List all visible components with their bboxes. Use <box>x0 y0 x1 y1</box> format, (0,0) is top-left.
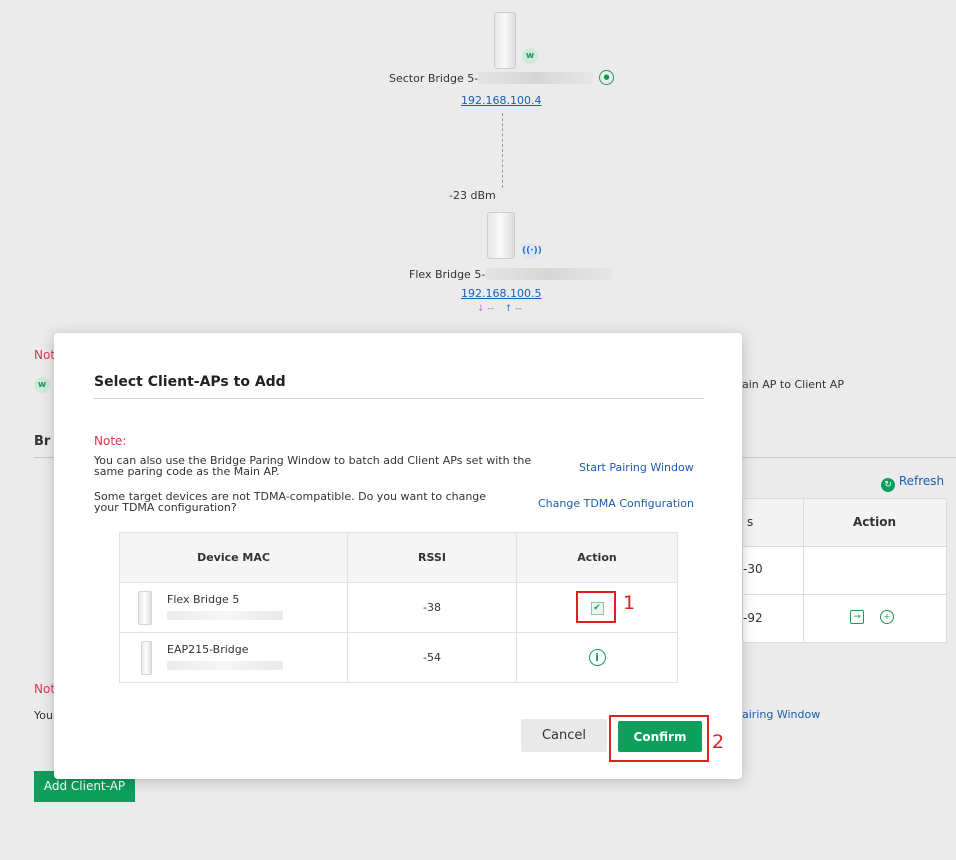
traffic-stats: ↓ -- ↑ -- <box>477 304 522 314</box>
modal-title: Select Client-APs to Add <box>94 374 286 390</box>
location-pin-icon[interactable]: ● <box>599 70 614 85</box>
background-action-header: Action <box>853 515 897 529</box>
note-pairing-text: You can also use the Bridge Paring Windo… <box>94 454 532 478</box>
info-icon[interactable]: i <box>588 649 606 666</box>
change-tdma-configuration-link[interactable]: Change TDMA Configuration <box>538 497 694 510</box>
refresh-label: Refresh <box>898 474 945 488</box>
client-ap-name: Flex Bridge 5- <box>409 268 486 281</box>
flex-bridge-device-image <box>487 212 515 259</box>
flex-bridge-thumbnail <box>138 591 152 625</box>
background-section-title: Br <box>34 434 51 449</box>
action-cell: i <box>516 632 678 683</box>
background-row-text: ain AP to Client AP <box>742 378 844 391</box>
background-table-header <box>743 499 946 547</box>
background-note-label: Not <box>34 348 56 362</box>
callout-number-1: 1 <box>623 592 636 614</box>
main-ap-name: Sector Bridge 5- <box>389 72 479 85</box>
sector-bridge-device-image <box>494 12 516 69</box>
background-divider <box>34 457 54 458</box>
device-mac-blur <box>167 611 283 620</box>
col-rssi: RSSI <box>347 532 517 583</box>
background-divider-right <box>742 457 956 458</box>
download-arrow-icon: ↓ <box>477 304 485 314</box>
callout-box-checkbox <box>576 591 616 623</box>
device-name: EAP215-Bridge <box>167 643 249 656</box>
background-ap-icon: ᴡ <box>34 377 50 393</box>
background-pairing-link[interactable]: airing Window <box>742 708 820 721</box>
main-ap-ip-link[interactable]: 192.168.100.4 <box>461 94 541 107</box>
refresh-button[interactable]: ↻ Refresh <box>881 474 944 492</box>
col-device-mac: Device MAC <box>119 532 348 583</box>
device-cell: Flex Bridge 5 <box>119 582 348 633</box>
cancel-button[interactable]: Cancel <box>521 719 607 752</box>
background-row2-value: -92 <box>743 611 763 625</box>
main-ap-icon: ᴡ <box>522 48 538 64</box>
locate-icon[interactable]: + <box>880 610 894 624</box>
note-tdma-text: Some target devices are not TDMA-compati… <box>94 490 487 514</box>
table-header-row: Device MAC RSSI Action <box>119 532 678 583</box>
background-note-label-2: Not <box>34 682 56 696</box>
main-ap-mac-blur <box>478 72 593 84</box>
note-label: Note: <box>94 434 127 448</box>
device-name: Flex Bridge 5 <box>167 593 240 606</box>
background-note-text-2: You <box>34 709 53 722</box>
rssi-cell: -38 <box>347 582 517 633</box>
eap215-thumbnail <box>141 641 152 675</box>
refresh-icon: ↻ <box>881 478 895 492</box>
device-cell: EAP215-Bridge <box>119 632 348 683</box>
upload-value: -- <box>515 304 522 314</box>
rssi-cell: -54 <box>347 632 517 683</box>
background-table: s Action -30 -92 → + <box>742 498 947 643</box>
start-pairing-window-link[interactable]: Start Pairing Window <box>579 461 694 474</box>
client-rssi: -23 dBm <box>449 189 496 202</box>
background-col-header-fragment: s <box>747 515 754 529</box>
client-ap-mac-blur <box>486 268 612 280</box>
callout-number-2: 2 <box>712 731 725 753</box>
device-mac-blur <box>167 661 283 670</box>
download-value: -- <box>487 304 494 314</box>
background-row-divider <box>743 594 946 595</box>
background-row1-value: -30 <box>743 562 763 576</box>
client-ap-ip-link[interactable]: 192.168.100.5 <box>461 287 541 300</box>
callout-box-confirm <box>609 715 709 762</box>
col-action: Action <box>516 532 678 583</box>
select-client-aps-modal: Select Client-APs to Add Note: You can a… <box>54 333 742 779</box>
modal-title-divider <box>94 398 704 399</box>
background-col-divider <box>803 499 804 642</box>
client-ap-icon: ((·)) <box>522 243 542 259</box>
import-icon[interactable]: → <box>850 610 864 624</box>
table-row: EAP215-Bridge -54 i <box>119 632 678 683</box>
link-line <box>502 113 503 188</box>
upload-arrow-icon: ↑ <box>504 304 513 314</box>
